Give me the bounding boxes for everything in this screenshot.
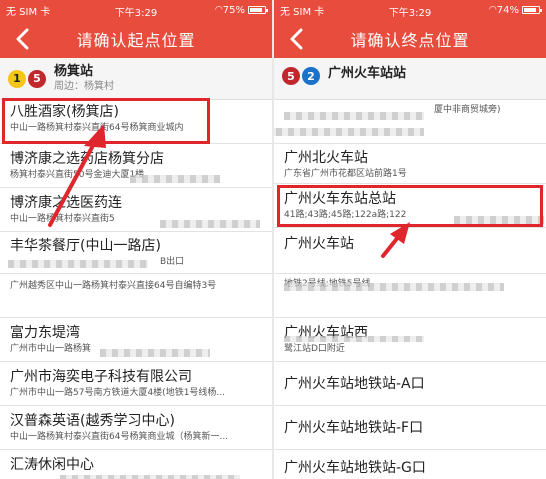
- arrow-icon: [48, 124, 106, 227]
- annotation-arrows: [48, 124, 410, 258]
- arrow-icon: [381, 222, 410, 258]
